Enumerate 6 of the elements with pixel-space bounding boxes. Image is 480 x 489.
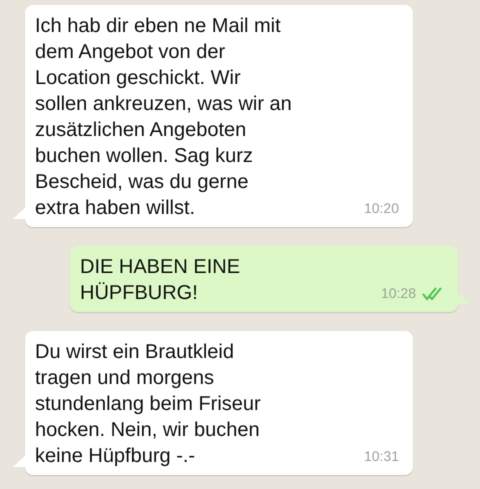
message-text: DIE HABEN EINE HÜPFBURG! xyxy=(80,255,240,306)
message-text: Ich hab dir eben ne Mail mit dem Angebot von der Location geschickt. Wir sollen ankreuzen, was wir an zusätzlichen Angeboten buchen wollen. Sag kurz Bescheid, was du gerne extra haben willst. xyxy=(35,14,292,221)
message-time: 10:28 xyxy=(380,284,416,303)
message-text: Du wirst ein Brautkleid tragen und morgens stundenlang beim Friseur hocken. Nein, wir buchen keine Hüpfburg -.- xyxy=(35,340,261,469)
message-time: 10:31 xyxy=(364,447,399,466)
message-time: 10:20 xyxy=(364,199,399,218)
